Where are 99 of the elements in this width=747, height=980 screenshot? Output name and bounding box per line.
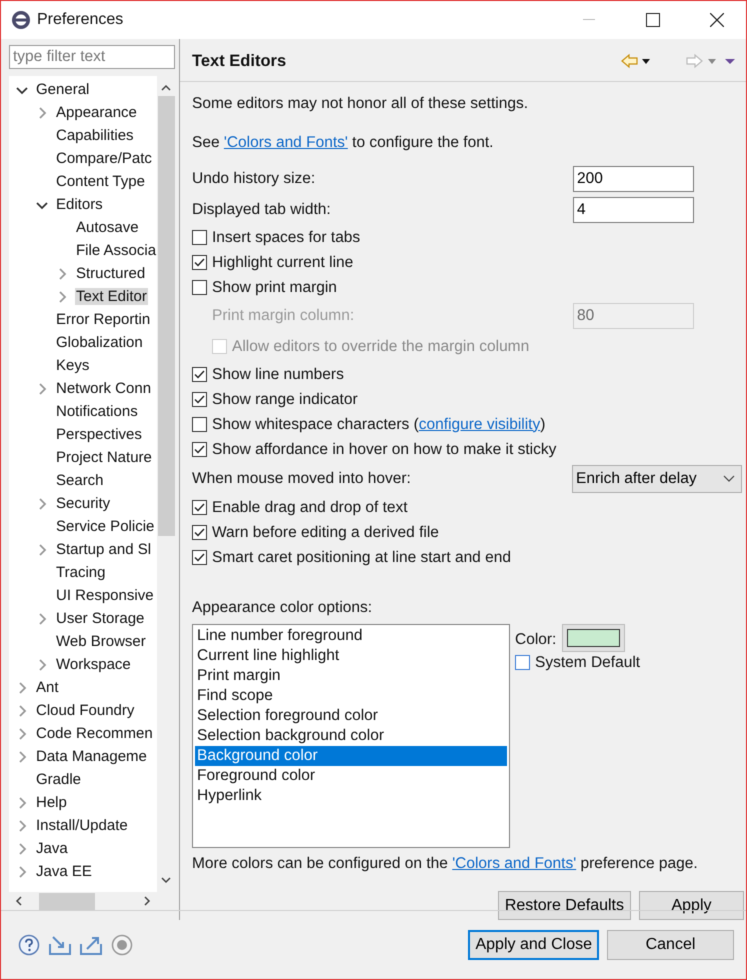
page-button[interactable]: Restore Defaults <box>498 891 631 920</box>
checkbox-label: Enable drag and drop of text <box>212 498 408 516</box>
list-item[interactable]: Current line highlight <box>195 646 507 666</box>
list-item[interactable]: Selection foreground color <box>195 706 507 726</box>
checkbox[interactable] <box>192 280 207 295</box>
checkbox-label: Show line numbers <box>212 366 344 384</box>
checkbox-label: Show affordance in hover on how to make it sticky <box>212 440 556 458</box>
tree-item[interactable]: Globalization <box>55 334 144 351</box>
checkbox[interactable] <box>192 367 207 382</box>
help-icon[interactable] <box>17 933 41 957</box>
field-label: Displayed tab width: <box>192 200 332 218</box>
section-label: Appearance color options: <box>192 598 374 618</box>
tree-item[interactable]: Perspectives <box>55 426 143 443</box>
tree-item[interactable]: Service Policie <box>55 518 156 535</box>
checkbox[interactable] <box>192 417 207 432</box>
color-picker-button[interactable] <box>562 624 626 652</box>
list-item[interactable]: Hyperlink <box>195 786 507 806</box>
checkbox[interactable] <box>192 525 207 540</box>
tree-item[interactable]: General <box>35 81 90 98</box>
checkbox-label: Smart caret positioning at line start and end <box>212 548 511 566</box>
filter-field[interactable]: type filter text <box>9 45 175 69</box>
tree-item[interactable]: File Associa <box>75 242 157 259</box>
scrollbar-thumb[interactable] <box>39 892 95 910</box>
checkbox-label: Show range indicator <box>212 390 358 408</box>
tree-item[interactable]: Project Nature <box>55 449 153 466</box>
tree-item[interactable]: Error Reportin <box>55 311 152 328</box>
list-item[interactable]: Selection background color <box>195 726 507 746</box>
tree-item[interactable]: Help <box>35 794 68 811</box>
tree-item[interactable]: Install/Update <box>35 817 129 834</box>
window-title: Preferences <box>37 11 124 29</box>
checkbox-label: Show print margin <box>212 278 337 296</box>
color-label: Color: <box>515 631 556 649</box>
tree-item[interactable]: Code Recommen <box>35 725 154 742</box>
checkbox-label: Insert spaces for tabs <box>212 228 360 246</box>
page-button[interactable]: Apply <box>639 891 744 920</box>
maximize-icon[interactable] <box>646 13 660 27</box>
checkbox-label: System Default <box>535 654 640 672</box>
field-label: Print margin column: <box>212 306 356 324</box>
footer-note: More colors can be configured on the 'Colors and Fonts' preference page. <box>192 854 699 874</box>
checkbox[interactable] <box>515 655 530 670</box>
tree-item[interactable]: Java EE <box>35 863 93 880</box>
tree-item[interactable]: Web Browser <box>55 633 147 650</box>
checkbox-label: Allow editors to override the margin column <box>232 338 530 356</box>
tree-item[interactable]: Search <box>55 472 105 489</box>
checkbox-label: Highlight current line <box>212 254 354 272</box>
tree-item[interactable]: Keys <box>55 357 90 374</box>
colors-and-fonts-link[interactable]: 'Colors and Fonts' <box>224 134 348 151</box>
tree-item[interactable]: Tracing <box>55 564 106 581</box>
list-item[interactable]: Print margin <box>195 666 507 686</box>
checkbox[interactable] <box>192 550 207 565</box>
checkbox[interactable] <box>192 392 207 407</box>
checkbox[interactable] <box>192 230 207 245</box>
font-hint: See 'Colors and Fonts' to configure the font. <box>192 133 494 153</box>
checkbox[interactable] <box>192 255 207 270</box>
scrollbar-thumb[interactable] <box>158 96 174 536</box>
field-label: Undo history size: <box>192 170 316 188</box>
tree-item[interactable]: Data Manageme <box>35 748 148 765</box>
checkbox-label: Warn before editing a derived file <box>212 524 439 542</box>
list-item[interactable]: Line number foreground <box>195 626 507 646</box>
list-item[interactable]: Foreground color <box>195 766 507 786</box>
tree-item[interactable]: UI Responsive <box>55 587 155 604</box>
page-title: Text Editors <box>192 52 288 70</box>
record-icon[interactable] <box>110 933 134 957</box>
tree-item[interactable]: Cloud Foundry <box>35 702 136 719</box>
tree-item[interactable]: Java <box>35 840 69 857</box>
tree-item[interactable]: Security <box>55 495 112 512</box>
checkbox-label: Show whitespace characters (configure visibility) <box>212 416 546 434</box>
dialog-button[interactable]: Apply and Close <box>468 930 599 960</box>
list-item[interactable]: Background color <box>195 746 507 766</box>
tree-item[interactable]: Text Editor <box>75 288 148 305</box>
list-item[interactable]: Find scope <box>195 686 507 706</box>
minimize-icon[interactable] <box>583 19 595 21</box>
checkbox[interactable] <box>192 500 207 515</box>
tree-item[interactable]: Startup and Sl <box>55 541 152 558</box>
tree-item[interactable]: Appearance <box>55 104 138 121</box>
dialog-button[interactable]: Cancel <box>607 930 734 960</box>
configure-visibility-link[interactable]: configure visibility <box>418 416 540 432</box>
tree-item[interactable]: Gradle <box>35 771 82 788</box>
hover-mode-dropdown[interactable]: Enrich after delay <box>572 464 742 492</box>
settings-note: Some editors may not honor all of these settings. <box>192 94 530 114</box>
app-icon <box>11 10 31 30</box>
number-field[interactable]: 200 <box>573 166 694 192</box>
tree-item[interactable]: Network Conn <box>55 380 152 397</box>
tree-item[interactable]: Content Type <box>55 173 146 190</box>
number-field[interactable]: 4 <box>573 196 694 222</box>
field-label: When mouse moved into hover: <box>192 470 412 488</box>
tree-item[interactable]: Structured <box>75 265 146 282</box>
tree-item[interactable]: Autosave <box>75 219 140 236</box>
tree-item[interactable]: Ant <box>35 679 60 696</box>
close-icon[interactable] <box>710 13 724 27</box>
chevron-down-icon <box>723 474 735 482</box>
colors-and-fonts-link[interactable]: 'Colors and Fonts' <box>452 855 576 872</box>
tree-item[interactable]: Notifications <box>55 403 139 420</box>
tree-item[interactable]: Workspace <box>55 656 132 673</box>
tree-item[interactable]: Capabilities <box>55 127 135 144</box>
tree-item[interactable]: Editors <box>55 196 104 213</box>
tree-item[interactable]: User Storage <box>55 610 146 627</box>
tree-item[interactable]: Compare/Patc <box>55 150 153 167</box>
checkbox[interactable] <box>192 442 207 457</box>
